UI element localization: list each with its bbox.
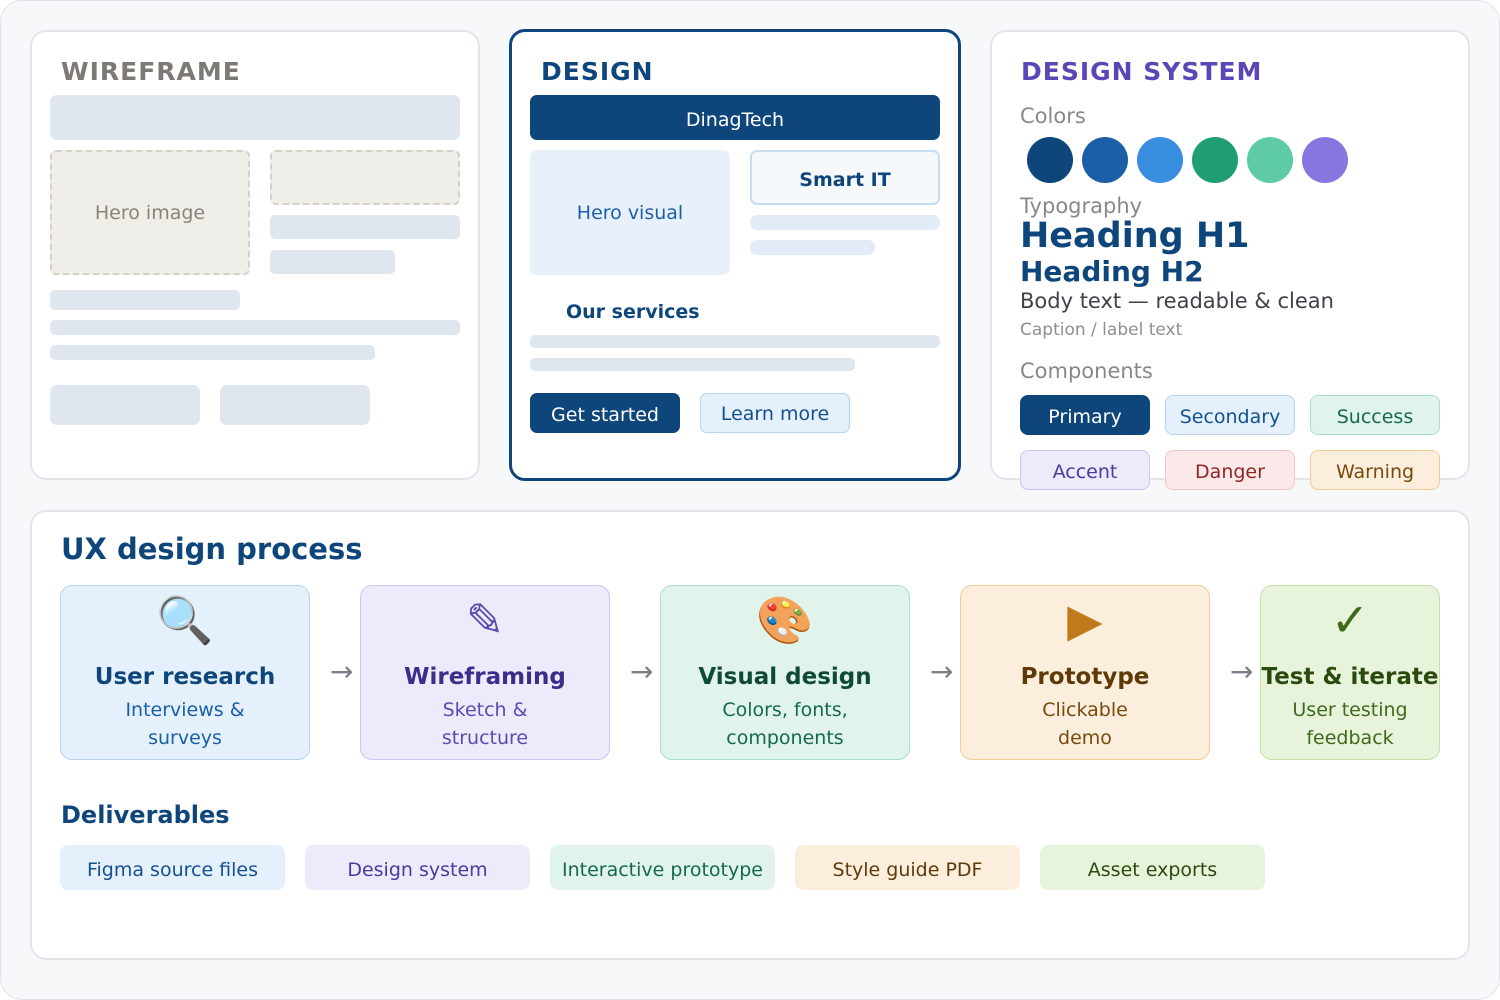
typography-label: Typography (1020, 194, 1143, 218)
wireframe-button-placeholder (220, 385, 370, 425)
wireframe-nav-placeholder (50, 95, 460, 140)
process-step: ▶ Prototype Clickable demo (960, 585, 1210, 760)
description-line: Interviews & (125, 699, 245, 721)
description-line: feedback (1306, 727, 1394, 749)
body-text-sample: Body text — readable & clean (1020, 289, 1334, 313)
wireframe-line (270, 250, 395, 274)
deliverable-chip: Interactive prototype (550, 845, 775, 890)
process-step-description: Clickable demo (981, 696, 1189, 752)
deliverables-title: Deliverables (61, 801, 230, 829)
arrow-right-icon: → (330, 655, 354, 688)
process-step: ✓ Test & iterate User testing feedback (1260, 585, 1440, 760)
palette-icon: 🎨 (756, 593, 814, 647)
description-line: structure (441, 727, 529, 749)
process-step: 🔍 User research Interviews & surveys (60, 585, 310, 760)
process-step: ✎ Wireframing Sketch & structure (360, 585, 610, 760)
wireframe-line (50, 320, 460, 335)
design-hero-visual: Hero visual (530, 150, 730, 275)
services-heading: Our services (566, 301, 700, 323)
process-step-description: Sketch & structure (381, 696, 589, 752)
arrow-right-icon: → (630, 655, 654, 688)
color-swatch (1192, 137, 1238, 183)
deliverable-chip: Figma source files (60, 845, 285, 890)
arrow-right-icon: → (1230, 655, 1254, 688)
process-title: UX design process (61, 532, 363, 566)
wireframe-line (50, 345, 375, 360)
pencil-icon: ✎ (465, 593, 505, 647)
deliverable-chip: Asset exports (1040, 845, 1265, 890)
process-step-description: Interviews & surveys (81, 696, 289, 752)
description-line: Sketch & (442, 699, 528, 721)
wireframe-hero-label: Hero image (94, 201, 206, 224)
wireframe-line (50, 290, 240, 310)
wireframe-hero-image: Hero image (50, 150, 250, 275)
process-step-title: Test & iterate (1261, 664, 1439, 690)
smart-it-box: Smart IT (750, 150, 940, 205)
description-line: User testing (1292, 699, 1408, 721)
description-line: components (726, 727, 844, 749)
process-step-title: User research (94, 664, 276, 690)
warning-component-button[interactable]: Warning (1310, 450, 1440, 490)
wireframe-side-box (270, 150, 460, 205)
design-title: DESIGN (541, 57, 654, 86)
color-swatch (1302, 137, 1348, 183)
wireframe-button-placeholder (50, 385, 200, 425)
get-started-label: Get started (551, 404, 659, 426)
color-swatch (1137, 137, 1183, 183)
color-swatch (1247, 137, 1293, 183)
caption-text-sample: Caption / label text (1020, 320, 1183, 340)
arrow-right-icon: → (930, 655, 954, 688)
learn-more-button[interactable]: Learn more (700, 393, 850, 433)
get-started-button[interactable]: Get started (530, 393, 680, 433)
brand-name: DinagTech (685, 108, 785, 131)
design-navbar: DinagTech (530, 95, 940, 140)
design-hero-label: Hero visual (576, 201, 684, 224)
process-step: 🎨 Visual design Colors, fonts, components (660, 585, 910, 760)
design-line (530, 358, 855, 371)
play-icon: ▶ (1067, 593, 1103, 647)
description-line: surveys (148, 727, 222, 749)
color-swatch (1082, 137, 1128, 183)
wireframe-line (270, 215, 460, 239)
magnifier-icon: 🔍 (156, 593, 214, 647)
wireframe-title: WIREFRAME (61, 57, 241, 86)
process-step-title: Prototype (1020, 664, 1150, 690)
danger-component-button[interactable]: Danger (1165, 450, 1295, 490)
accent-component-button[interactable]: Accent (1020, 450, 1150, 490)
learn-more-label: Learn more (720, 403, 830, 425)
process-step-title: Visual design (698, 664, 872, 690)
design-system-title: DESIGN SYSTEM (1021, 57, 1263, 86)
design-line (530, 335, 940, 348)
description-line: demo (1058, 727, 1112, 749)
process-step-title: Wireframing (404, 664, 566, 690)
color-swatch (1027, 137, 1073, 183)
heading-h1-sample: Heading H1 (1020, 216, 1250, 256)
colors-label: Colors (1020, 104, 1086, 128)
deliverable-chip: Design system (305, 845, 530, 890)
components-label: Components (1020, 359, 1153, 383)
checkmark-icon: ✓ (1330, 593, 1370, 647)
process-step-description: User testing feedback (1281, 696, 1419, 752)
description-line: Clickable (1042, 699, 1128, 721)
process-step-description: Colors, fonts, components (681, 696, 889, 752)
deliverable-chip: Style guide PDF (795, 845, 1020, 890)
heading-h2-sample: Heading H2 (1020, 255, 1204, 288)
design-line (750, 240, 875, 255)
success-component-button[interactable]: Success (1310, 395, 1440, 435)
description-line: Colors, fonts, (722, 699, 848, 721)
secondary-component-button[interactable]: Secondary (1165, 395, 1295, 435)
design-line (750, 215, 940, 230)
primary-component-button[interactable]: Primary (1020, 395, 1150, 435)
smart-it-label: Smart IT (799, 168, 891, 191)
